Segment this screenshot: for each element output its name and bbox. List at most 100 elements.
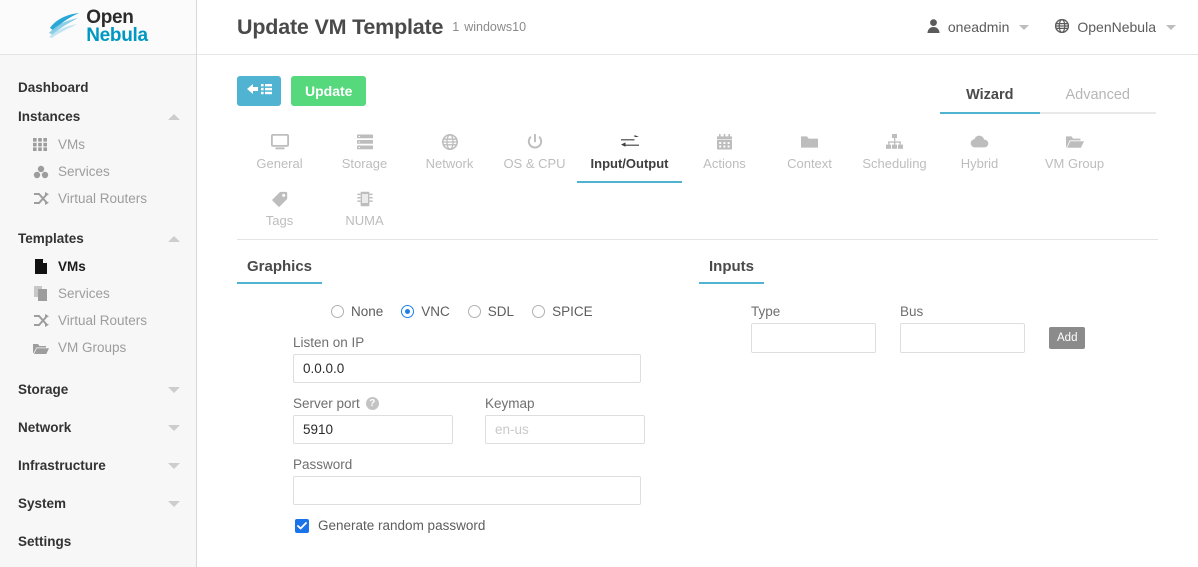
input-bus-field: Bus [900,304,1025,353]
tab-storage[interactable]: Storage [322,125,407,183]
sidebar-group-instances[interactable]: Instances [0,102,196,131]
listen-ip-input[interactable] [293,354,641,383]
sidebar-item-templates-services[interactable]: Services [0,280,196,307]
sidebar-item-label: Settings [18,534,72,549]
radio-option-none[interactable]: None [331,304,383,319]
input-type-field: Type [751,304,876,353]
globe-icon [1055,18,1070,36]
tab-general[interactable]: General [237,125,322,183]
tab-actions[interactable]: Actions [682,125,767,183]
page-title: Update VM Template [237,14,444,39]
tab-numa[interactable]: NUMA [322,182,407,240]
brand-logo[interactable]: Open Nebula [0,0,196,55]
globe-icon [441,133,458,150]
radio-option-sdl[interactable]: SDL [467,304,514,319]
group-name: OpenNebula [1077,19,1156,35]
radio-icon[interactable] [401,305,415,318]
io-content: Graphics None VNC SDL SPICE Listen on IP… [197,240,1198,533]
group-menu[interactable]: OpenNebula [1055,18,1176,36]
tab-os-cpu[interactable]: OS & CPU [492,125,577,183]
inputs-panel: Inputs Type Bus Add [699,240,1158,533]
generate-random-password-label: Generate random password [318,518,486,533]
template-name: windows10 [464,20,527,34]
user-menu[interactable]: oneadmin [927,18,1030,36]
arrow-left-list-icon [246,82,272,99]
checkbox-icon[interactable] [295,518,309,533]
keymap-input[interactable] [485,415,645,444]
sidebar-item-templates-virtual-routers[interactable]: Virtual Routers [0,307,196,334]
graphics-form: None VNC SDL SPICE Listen on IP 0.0.0.0 … [237,284,699,533]
add-input-button[interactable]: Add [1049,327,1086,349]
radio-option-vnc[interactable]: VNC [401,304,450,319]
folder-open-icon [1065,133,1084,150]
tab-advanced[interactable]: Advanced [1039,81,1156,114]
file-icon [32,259,49,274]
chevron-up-icon [168,235,180,242]
generate-random-password-row[interactable]: Generate random password [293,518,699,533]
radio-icon[interactable] [532,305,546,318]
tab-label: General [256,156,303,171]
tab-wizard[interactable]: Wizard [940,81,1040,114]
tab-vm-group[interactable]: VM Group [1022,125,1127,183]
help-icon[interactable]: ? [365,397,379,410]
sidebar-item-settings[interactable]: Settings [0,527,196,556]
keymap-field: Keymap [485,396,645,444]
tab-tags[interactable]: Tags [237,182,322,240]
sidebar-item-instances-vms[interactable]: VMs [0,131,196,158]
sidebar-item-dashboard[interactable]: Dashboard [0,73,196,102]
sidebar-group-network[interactable]: Network [0,413,196,442]
sidebar-item-instances-virtual-routers[interactable]: Virtual Routers [0,185,196,212]
password-input[interactable] [293,476,641,505]
radio-icon[interactable] [467,305,481,318]
tab-context[interactable]: Context [767,125,852,183]
logo-text-nebula: Nebula [86,25,148,46]
main-panel: Update VM Template 1 windows10 oneadmin … [197,0,1198,567]
graphics-type-radio-group: None VNC SDL SPICE [293,304,699,319]
listen-ip-field: Listen on IP [293,335,699,383]
sidebar-group-label: Instances [18,109,81,124]
input-bus-select[interactable] [900,323,1025,353]
sidebar-item-label: Services [58,286,110,301]
update-button[interactable]: Update [291,75,367,106]
radio-label: None [351,304,384,319]
sidebar-group-storage[interactable]: Storage [0,375,196,404]
input-type-select-wrap [751,323,876,353]
tag-icon [271,190,288,207]
tab-input-output[interactable]: Input/Output [577,125,682,183]
chevron-up-icon [168,113,180,120]
sidebar-group-label: System [18,496,67,511]
storage-icon [356,133,373,150]
radio-icon[interactable] [331,305,344,318]
back-to-list-button[interactable] [237,75,281,106]
tab-hybrid[interactable]: Hybrid [937,125,1022,183]
sidebar-item-templates-vm-groups[interactable]: VM Groups [0,334,196,361]
sidebar-group-templates[interactable]: Templates [0,224,196,253]
input-type-select[interactable] [751,323,876,353]
sidebar-group-label: Network [18,420,72,435]
listen-ip-label: Listen on IP [293,335,365,350]
graphics-section-header[interactable]: Graphics [237,240,323,284]
sidebar-group-system[interactable]: System [0,489,196,518]
power-icon [527,133,543,150]
tab-label: Context [787,156,832,171]
sidebar-item-label: Virtual Routers [58,313,148,328]
inputs-section-header[interactable]: Inputs [699,240,764,284]
user-name: oneadmin [947,19,1010,35]
grid-icon [32,137,49,152]
inputs-form: Type Bus Add [699,284,1158,353]
sidebar-item-instances-services[interactable]: Services [0,158,196,185]
tab-network[interactable]: Network [407,125,492,183]
sidebar-item-label: Services [58,164,110,179]
tab-label: NUMA [345,213,384,228]
radio-option-spice[interactable]: SPICE [532,304,593,319]
calendar-icon [717,133,732,150]
sidebar-item-templates-vms[interactable]: VMs [0,253,196,280]
toolbar: Update Wizard Advanced [197,55,1198,114]
exchange-icon [620,133,639,150]
tab-label: Input/Output [590,156,669,171]
sidebar-group-infrastructure[interactable]: Infrastructure [0,451,196,480]
services-icon [32,164,49,179]
tab-scheduling[interactable]: Scheduling [852,125,937,183]
server-port-input[interactable] [293,415,453,444]
input-bus-label: Bus [900,304,924,319]
